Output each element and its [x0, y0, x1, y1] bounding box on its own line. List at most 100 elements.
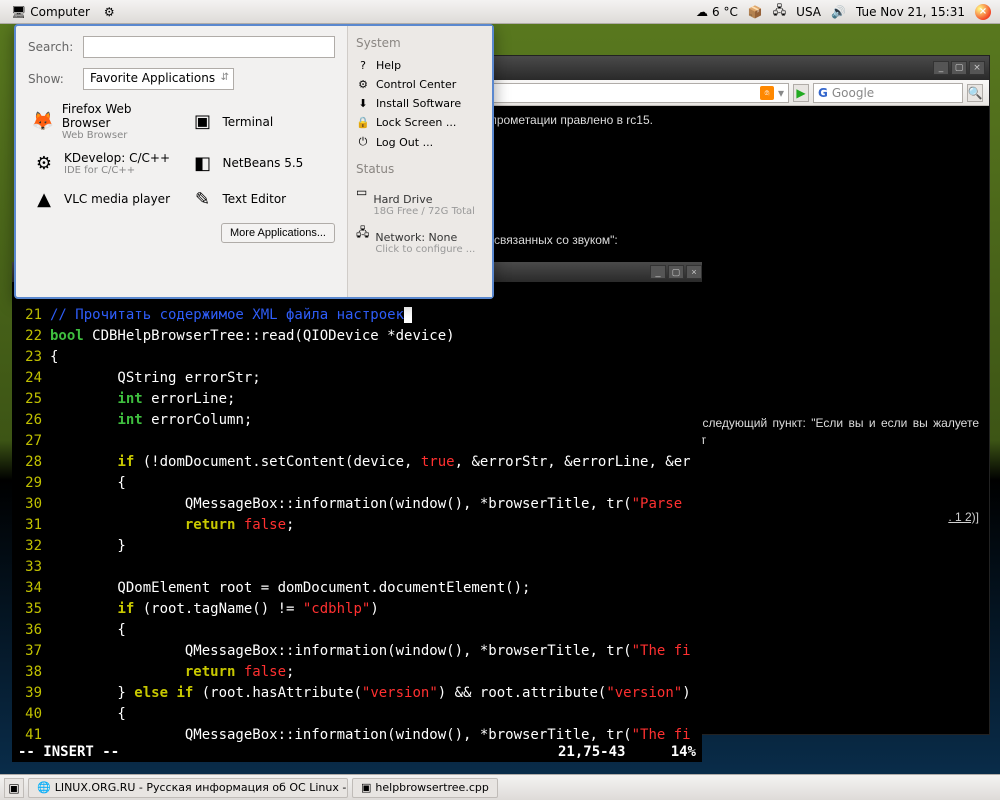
search-box[interactable]: G Google	[813, 83, 963, 103]
app-title: Text Editor	[223, 192, 287, 206]
app-title: NetBeans 5.5	[223, 156, 304, 170]
taskbar-item-editor[interactable]: ▣ helpbrowsertree.cpp	[352, 778, 498, 798]
editor-mode: -- INSERT --	[18, 744, 119, 760]
app-launcher-item[interactable]: ◧ NetBeans 5.5	[187, 147, 336, 179]
code-line: 40 {	[16, 704, 698, 725]
code-line: 23{	[16, 347, 698, 368]
main-menu: Search: Show: Favorite Applications 🦊Fir…	[14, 24, 494, 299]
logout-button[interactable]: ×	[970, 4, 996, 20]
volume-icon[interactable]: 🔊	[826, 5, 851, 19]
app-icon: ✎	[189, 185, 217, 213]
show-desktop-button[interactable]: ▣	[4, 778, 24, 798]
app-title: VLC media player	[64, 192, 170, 206]
system-menu-item[interactable]: ⬇Install Software	[356, 94, 484, 113]
code-line: 25 int errorLine;	[16, 389, 698, 410]
system-item-icon: ⚙	[356, 78, 370, 91]
weather-applet[interactable]: ☁ 6 °C	[691, 5, 743, 19]
maximize-button[interactable]: ▢	[951, 61, 967, 75]
app-launcher-item[interactable]: ▲ VLC media player	[28, 183, 177, 215]
dropdown-icon[interactable]: ▾	[778, 86, 784, 100]
editor-body[interactable]: 2021// Прочитать содержимое XML файла на…	[12, 282, 702, 748]
code-line: 35 if (root.tagName() != "cdbhlp")	[16, 599, 698, 620]
system-header: System	[356, 36, 484, 50]
computer-icon: 🖥	[11, 5, 26, 19]
minimize-button[interactable]: _	[650, 265, 666, 279]
search-go-button[interactable]: 🔍	[967, 84, 983, 102]
bottom-taskbar: ▣ 🌐 LINUX.ORG.RU - Русская информация об…	[0, 774, 1000, 800]
code-line: 41 QMessageBox::information(window(), *b…	[16, 725, 698, 746]
status-item[interactable]: 🖧 Network: NoneClick to configure ...	[356, 220, 484, 258]
app-title: KDevelop: C/C++	[64, 151, 170, 165]
status-sub: Click to configure ...	[375, 244, 475, 255]
system-menu-item[interactable]: ⏻ Log Out ...	[356, 132, 484, 152]
app-launcher-item[interactable]: 🦊Firefox Web BrowserWeb Browser	[28, 100, 177, 143]
code-line: 37 QMessageBox::information(window(), *b…	[16, 641, 698, 662]
status-icon: 🖧	[356, 223, 369, 244]
minimize-button[interactable]: _	[933, 61, 949, 75]
app-title: Firefox Web Browser	[62, 102, 175, 130]
go-button[interactable]: ▶	[793, 84, 809, 102]
system-menu-item[interactable]: 🔒Lock Screen ...	[356, 113, 484, 132]
code-line: 36 {	[16, 620, 698, 641]
app-icon: ▲	[30, 185, 58, 213]
close-button[interactable]: ×	[969, 61, 985, 75]
system-item-label: Log Out ...	[376, 136, 433, 149]
app-icon: ⚙	[30, 149, 58, 177]
code-line: 32 }	[16, 536, 698, 557]
code-line: 34 QDomElement root = domDocument.docume…	[16, 578, 698, 599]
code-line: 38 return false;	[16, 662, 698, 683]
system-item-icon: ⏻	[356, 135, 370, 149]
taskbar-item-firefox[interactable]: 🌐 LINUX.ORG.RU - Русская информация об О…	[28, 778, 348, 798]
code-line: 39 } else if (root.hasAttribute("version…	[16, 683, 698, 704]
system-item-label: Install Software	[376, 97, 461, 110]
editor-cursor-pos: 21,75-43	[558, 744, 625, 760]
system-menu-item[interactable]: ? Help	[356, 56, 484, 75]
show-combo[interactable]: Favorite Applications	[83, 68, 234, 90]
search-input[interactable]	[83, 36, 335, 58]
rss-icon[interactable]: ෧	[760, 86, 774, 100]
code-line: 24 QString errorStr;	[16, 368, 698, 389]
maximize-button[interactable]: ▢	[668, 265, 684, 279]
pager-link[interactable]: . 1 2)]	[948, 510, 979, 524]
weather-text: 6 °C	[712, 5, 738, 19]
app-launcher-item[interactable]: ✎ Text Editor	[187, 183, 336, 215]
status-title: Hard Drive	[373, 193, 475, 206]
code-line: 27	[16, 431, 698, 452]
code-line: 28 if (!domDocument.setContent(device, t…	[16, 452, 698, 473]
gear-icon: ⚙	[104, 5, 115, 19]
editor-status-bar: -- INSERT -- 21,75-43 14%	[18, 744, 696, 760]
search-placeholder: Google	[832, 86, 874, 100]
network-icon[interactable]: 🖧	[768, 1, 791, 22]
app-launcher-item[interactable]: ⚙KDevelop: C/C++IDE for C/C++	[28, 147, 177, 179]
editor-window: _ ▢ × 2021// Прочитать содержимое XML фа…	[12, 262, 702, 762]
more-applications-button[interactable]: More Applications...	[221, 223, 335, 243]
update-icon[interactable]: 📦	[743, 5, 768, 19]
task-label: LINUX.ORG.RU - Русская информация об ОС …	[55, 781, 348, 794]
status-icon: ▭	[356, 185, 367, 199]
status-item[interactable]: ▭ Hard Drive18G Free / 72G Total	[356, 182, 484, 220]
code-line: 21// Прочитать содержимое XML файла наст…	[16, 305, 698, 326]
editor-scroll-pct: 14%	[671, 744, 696, 760]
close-button[interactable]: ×	[686, 265, 702, 279]
app-icon: 🦊	[30, 108, 56, 136]
system-item-label: Control Center	[376, 78, 456, 91]
status-sub: 18G Free / 72G Total	[373, 206, 475, 217]
app-icon: ◧	[189, 149, 217, 177]
system-item-label: Help	[376, 59, 401, 72]
computer-label: Computer	[30, 5, 90, 19]
app-launcher-item[interactable]: ▣Terminal	[187, 100, 336, 143]
search-label: Search:	[28, 40, 83, 54]
code-line: 33	[16, 557, 698, 578]
status-title: Network: None	[375, 231, 475, 244]
system-item-icon: ?	[356, 59, 370, 72]
system-menu-item[interactable]: ⚙ Control Center	[356, 75, 484, 94]
top-panel: 🖥 Computer ⚙ ☁ 6 °C 📦 🖧 USA 🔊 Tue Nov 21…	[0, 0, 1000, 24]
keyboard-layout[interactable]: USA	[791, 5, 826, 19]
code-line: 29 {	[16, 473, 698, 494]
code-line: 22bool CDBHelpBrowserTree::read(QIODevic…	[16, 326, 698, 347]
computer-menu-button[interactable]: 🖥 Computer	[4, 2, 97, 22]
system-item-label: Lock Screen ...	[376, 116, 456, 129]
panel-app-launcher[interactable]: ⚙	[97, 2, 122, 22]
clock[interactable]: Tue Nov 21, 15:31	[851, 5, 970, 19]
status-header: Status	[356, 162, 484, 176]
